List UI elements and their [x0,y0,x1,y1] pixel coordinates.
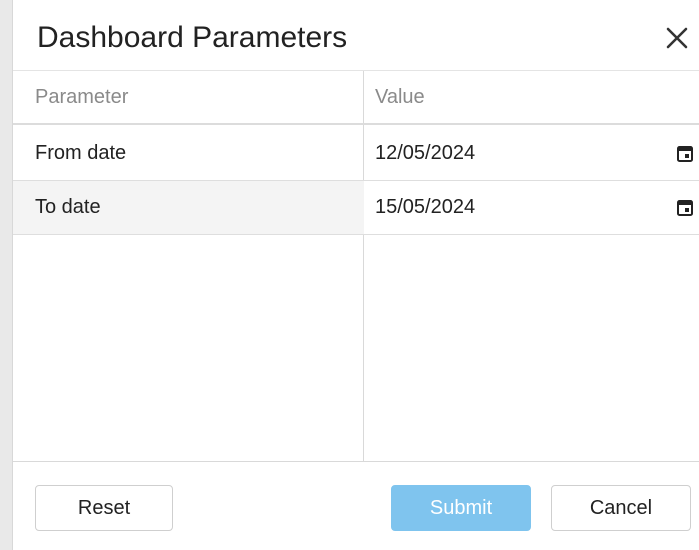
close-button[interactable] [661,22,693,54]
calendar-icon[interactable] [675,198,695,218]
parameter-label-to-date: To date [35,196,101,218]
dialog-footer: Reset Submit Cancel [13,463,699,550]
dashboard-parameters-dialog: Dashboard Parameters Parameter Value Fro… [12,0,699,550]
table-row-from-date: From date 12/05/2024 [13,127,699,181]
from-date-value: 12/05/2024 [375,142,476,164]
cancel-button[interactable]: Cancel [551,485,691,531]
table-row-to-date: To date 15/05/2024 [13,181,699,235]
reset-button[interactable]: Reset [35,485,173,531]
dialog-title: Dashboard Parameters [37,21,348,54]
header-value: Value [375,86,425,108]
parameters-grid: Parameter Value From date 12/05/2024 To … [13,70,699,462]
from-date-input[interactable]: 12/05/2024 [364,127,699,180]
to-date-input[interactable]: 15/05/2024 [364,181,699,234]
grid-header: Parameter Value [13,71,699,125]
submit-button[interactable]: Submit [391,485,531,531]
to-date-value: 15/05/2024 [375,196,476,218]
header-parameter: Parameter [35,86,129,108]
close-icon [666,27,688,49]
calendar-icon[interactable] [675,144,695,164]
parameter-label-from-date: From date [35,142,127,164]
dialog-header: Dashboard Parameters [13,0,699,70]
